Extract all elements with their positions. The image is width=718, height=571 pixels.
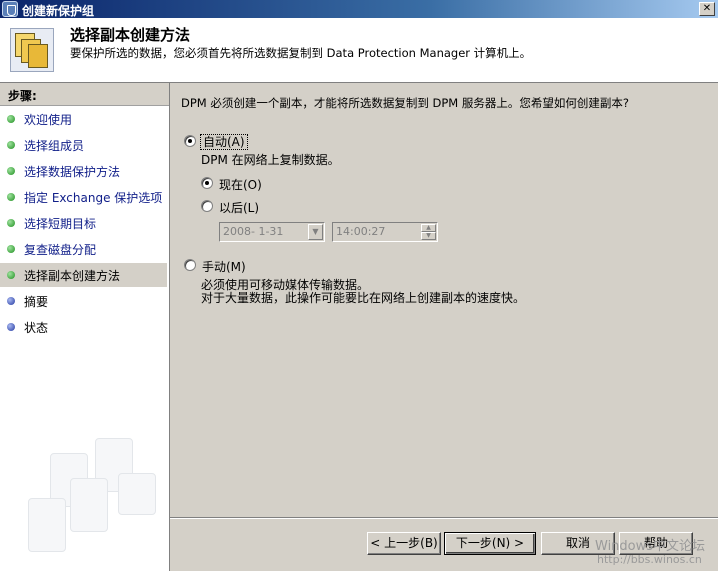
title-bar: 创建新保护组 ✕ [0,0,718,18]
sidebar-item-replica-method[interactable]: 选择副本创建方法 [0,263,167,287]
page-title: 选择副本创建方法 [70,26,191,44]
sidebar-item-label: 选择短期目标 [24,217,97,231]
time-spinner[interactable]: 14:00:27 ▲ ▼ [332,222,438,242]
sidebar-item-disk-allocation[interactable]: 复查磁盘分配 [0,237,167,261]
page-description: 要保护所选的数据，您必须首先将所选数据复制到 Data Protection M… [70,46,532,60]
sidebar-item-label: 选择副本创建方法 [24,269,121,283]
completed-dot-icon [7,115,15,123]
manual-description-2: 对于大量数据，此操作可能要比在网络上创建副本的速度快。 [201,291,526,305]
pending-dot-icon [7,297,15,305]
completed-dot-icon [7,167,15,175]
now-radio[interactable] [201,177,213,189]
sidebar-item-label: 选择数据保护方法 [24,165,121,179]
window-title: 创建新保护组 [22,4,95,18]
forum-watermark: Windows中文论坛 [595,539,706,554]
question-text: DPM 必须创建一个副本，才能将所选数据复制到 DPM 服务器上。您希望如何创建… [181,96,629,110]
spin-up-icon[interactable]: ▲ [421,224,436,232]
back-button[interactable]: < 上一步(B) [367,532,441,555]
automatic-radio[interactable] [184,135,196,147]
sidebar-item-label: 摘要 [24,295,49,309]
completed-dot-icon [7,245,15,253]
footer-separator [170,517,718,519]
automatic-description: DPM 在网络上复制数据。 [201,153,340,167]
date-picker[interactable]: 2008- 1-31 ▼ [219,222,325,242]
sidebar-item-short-term-goals[interactable]: 选择短期目标 [0,211,167,235]
sidebar-item-summary: 摘要 [0,289,167,313]
sidebar-item-select-members[interactable]: 选择组成员 [0,133,167,157]
sidebar-item-welcome[interactable]: 欢迎使用 [0,107,167,131]
steps-sidebar: 步骤: 欢迎使用 选择组成员 选择数据保护方法 指定 Exchange 保护选项… [0,83,170,571]
completed-dot-icon [7,219,15,227]
completed-dot-icon [7,141,15,149]
sidebar-item-label: 选择组成员 [24,139,85,153]
wizard-header: 选择副本创建方法 要保护所选的数据，您必须首先将所选数据复制到 Data Pro… [0,18,718,83]
manual-label: 手动(M) [202,260,246,274]
sidebar-item-label: 指定 Exchange 保护选项 [24,191,163,205]
pending-dot-icon [7,323,15,331]
dpm-shield-icon [2,1,18,17]
next-button[interactable]: 下一步(N) > [444,532,536,555]
protection-group-icon [10,28,54,72]
manual-radio[interactable] [184,259,196,271]
time-value: 14:00:27 [336,225,386,238]
sidebar-item-exchange-options[interactable]: 指定 Exchange 保护选项 [0,185,167,209]
later-radio[interactable] [201,200,213,212]
spin-down-icon[interactable]: ▼ [421,232,436,240]
later-label: 以后(L) [219,201,260,215]
completed-dot-icon [7,193,15,201]
sidebar-item-protection-method[interactable]: 选择数据保护方法 [0,159,167,183]
automatic-label-wrap: 自动(A) [200,133,248,150]
forum-watermark-url: http://bbs.winos.cn [597,553,702,566]
date-value: 2008- 1-31 [223,225,284,238]
current-dot-icon [7,271,15,279]
steps-heading-label: 步骤: [8,89,37,103]
sidebar-item-label: 欢迎使用 [24,113,73,127]
sidebar-item-label: 复查磁盘分配 [24,243,97,257]
close-icon: ✕ [702,3,712,14]
sidebar-item-status: 状态 [0,315,167,339]
automatic-label: 自动(A) [200,134,248,150]
sidebar-item-label: 状态 [24,321,49,335]
now-label: 现在(O) [219,178,262,192]
steps-heading: 步骤: [0,83,169,106]
close-button[interactable]: ✕ [699,2,715,16]
chevron-down-icon[interactable]: ▼ [308,224,323,240]
